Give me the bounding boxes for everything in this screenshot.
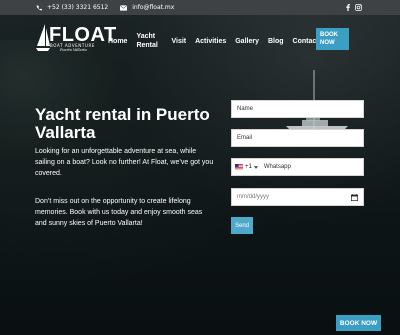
nav-book-now-button[interactable]: BOOK NOW — [316, 28, 349, 50]
nav-gallery[interactable]: Gallery — [235, 37, 259, 46]
nav-blog[interactable]: Blog — [268, 37, 284, 46]
date-field[interactable]: mm/dd/yyyy — [231, 188, 364, 206]
calendar-icon[interactable] — [351, 193, 358, 201]
name-field[interactable]: Name — [231, 100, 364, 118]
send-button[interactable]: Send — [231, 217, 253, 234]
hero-title: Yacht rental in Puerto Vallarta — [35, 105, 210, 142]
instagram-icon[interactable] — [355, 4, 362, 11]
us-flag-icon — [235, 164, 243, 170]
email-contact[interactable]: info@float.mx — [120, 4, 174, 11]
nav-activities[interactable]: Activities — [195, 37, 226, 46]
envelope-icon — [120, 4, 128, 11]
hero-paragraph-1: Looking for an unforgettable adventure a… — [35, 148, 214, 177]
hero-paragraph-2: Don’t miss out on the opportunity to cre… — [35, 198, 203, 227]
email-field[interactable]: Email — [231, 129, 364, 147]
nav-menu: Home Yacht Rental Visit Activities Galle… — [108, 15, 328, 67]
name-placeholder: Name — [237, 106, 254, 112]
nav-home[interactable]: Home — [108, 37, 127, 46]
nav-contact[interactable]: Contact — [293, 37, 319, 46]
whatsapp-field[interactable]: +1 Whatsapp — [231, 158, 364, 176]
email-placeholder: Email — [237, 135, 253, 141]
whatsapp-placeholder: Whatsapp — [263, 164, 291, 170]
sailboat-logo-icon — [36, 24, 50, 51]
top-contact-bar: +52 (33) 3321 6512 info@float.mx — [0, 0, 400, 15]
nav-visit[interactable]: Visit — [171, 37, 186, 46]
phone-number: +52 (33) 3321 6512 — [47, 4, 109, 11]
phone-icon — [36, 4, 42, 10]
country-code: +1 — [245, 164, 252, 170]
phone-contact[interactable]: +52 (33) 3321 6512 — [36, 4, 108, 11]
main-navigation: FLOAT BOAT ADVENTURE Puerto Vallarta Hom… — [0, 15, 400, 67]
email-address: info@float.mx — [132, 4, 175, 11]
facebook-icon[interactable] — [346, 4, 350, 11]
country-code-selector[interactable]: +1 — [235, 159, 261, 175]
logo-script: Puerto Vallarta — [60, 48, 87, 52]
date-placeholder: mm/dd/yyyy — [237, 194, 270, 200]
float-logo[interactable]: FLOAT BOAT ADVENTURE Puerto Vallarta — [36, 24, 116, 64]
nav-yacht-rental[interactable]: Yacht Rental — [136, 32, 162, 50]
floating-book-now-button[interactable]: BOOK NOW — [336, 315, 381, 331]
chevron-down-icon — [253, 165, 258, 169]
